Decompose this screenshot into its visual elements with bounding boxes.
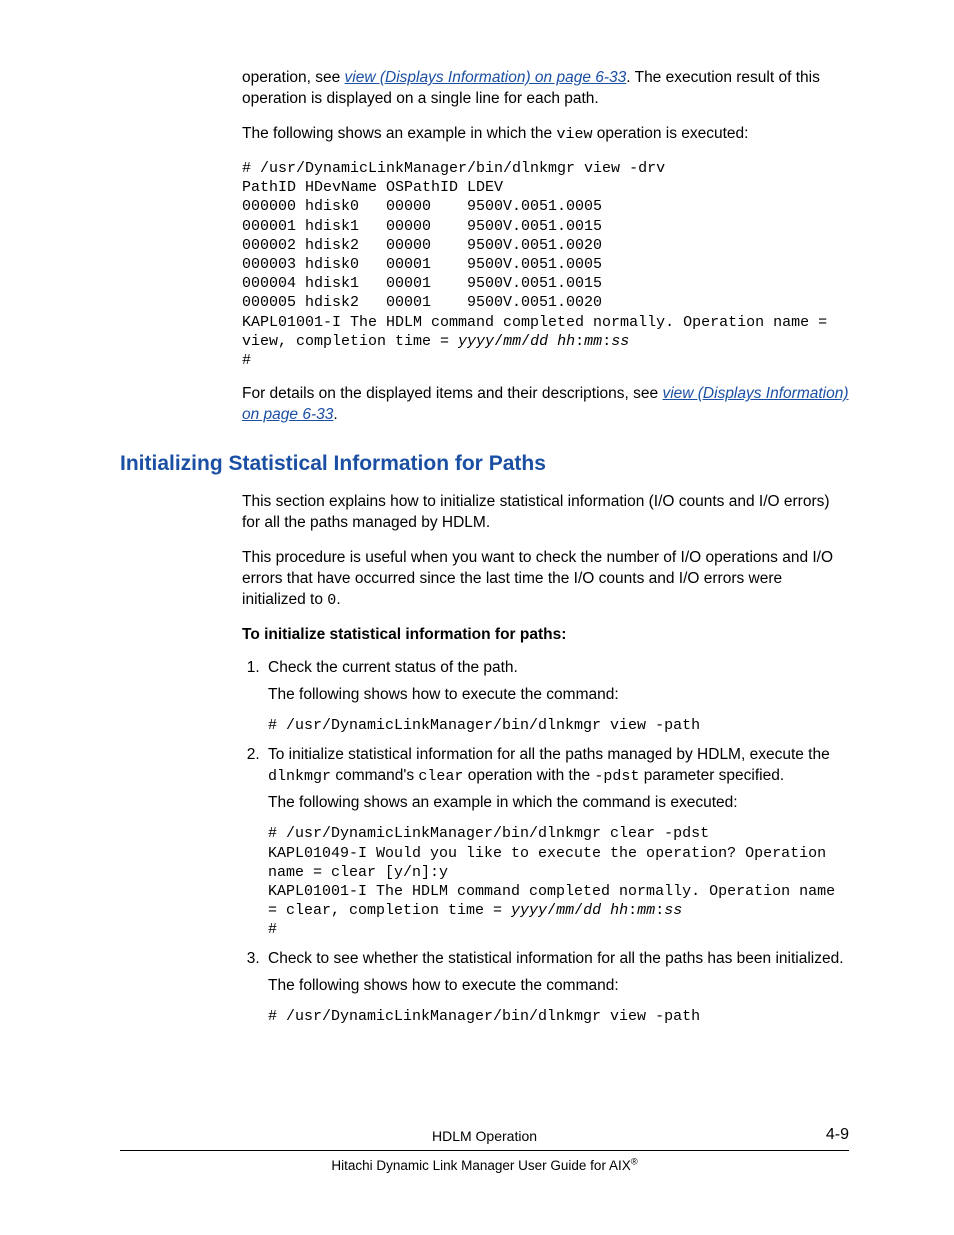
text: . [333,406,337,423]
section-heading-initializing: Initializing Statistical Information for… [120,450,849,478]
step-3-code: # /usr/DynamicLinkManager/bin/dlnkmgr vi… [268,1007,849,1026]
after-code-paragraph: For details on the displayed items and t… [242,384,849,426]
inline-code-clear: clear [418,768,463,785]
step-3-text-2: The following shows how to execute the c… [268,976,849,997]
procedure-heading: To initialize statistical information fo… [242,625,849,646]
footer-doc-title: Hitachi Dynamic Link Manager User Guide … [331,1158,630,1173]
step-1-text-1: Check the current status of the path. [268,658,849,679]
step-3: Check to see whether the statistical inf… [264,949,849,1026]
text: The following shows an example in which … [242,125,556,142]
step-1: Check the current status of the path. Th… [264,658,849,735]
step-2: To initialize statistical information fo… [264,745,849,939]
step-1-code: # /usr/DynamicLinkManager/bin/dlnkmgr vi… [268,716,849,735]
registered-symbol: ® [631,1156,638,1167]
step-2-text-2: The following shows an example in which … [268,793,849,814]
intro-paragraph-1: operation, see view (Displays Informatio… [242,68,849,110]
footer-page-number: 4-9 [826,1124,849,1146]
step-2-code: # /usr/DynamicLinkManager/bin/dlnkmgr cl… [268,824,849,939]
text: . [336,591,340,608]
code-block-view-drv: # /usr/DynamicLinkManager/bin/dlnkmgr vi… [242,159,849,370]
inline-code-pdst: -pdst [594,768,639,785]
steps-list: Check the current status of the path. Th… [242,658,849,1026]
text: For details on the displayed items and t… [242,385,662,402]
page-footer: HDLM Operation 4-9 Hitachi Dynamic Link … [120,1127,849,1175]
inline-code-zero: 0 [327,592,336,609]
footer-section-title: HDLM Operation [432,1128,537,1144]
section-paragraph-2: This procedure is useful when you want t… [242,548,849,611]
inline-code-dlnkmgr: dlnkmgr [268,768,331,785]
link-view-displays-information[interactable]: view (Displays Information) on page 6-33 [345,69,627,86]
step-1-text-2: The following shows how to execute the c… [268,685,849,706]
text: operation, see [242,69,345,86]
section-paragraph-1: This section explains how to initialize … [242,492,849,534]
inline-code-view: view [556,126,592,143]
step-3-text-1: Check to see whether the statistical inf… [268,949,849,970]
intro-paragraph-2: The following shows an example in which … [242,124,849,145]
text: operation is executed: [593,125,749,142]
step-2-text-1: To initialize statistical information fo… [268,745,849,787]
